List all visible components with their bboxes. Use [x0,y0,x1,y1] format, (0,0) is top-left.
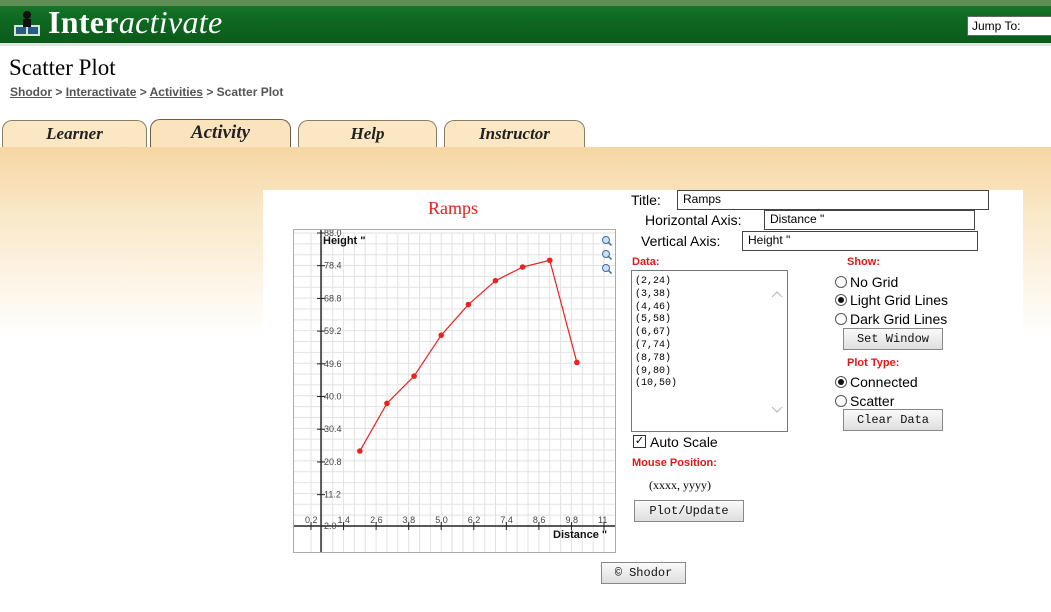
radio-circle-icon[interactable] [835,395,847,407]
logo-italic-text: activate [118,4,223,40]
scroll-up-icon[interactable] [771,291,783,298]
data-textarea[interactable]: (2,24) (3,38) (4,46) (5,58) (6,67) (7,74) (8,7… [631,270,788,432]
y-axis-title: Height " [323,235,366,247]
x-tick-label: 2.6 [370,515,383,525]
radio-label: Dark Grid Lines [850,311,948,327]
reader-logo-icon [14,11,40,36]
radio-circle-icon[interactable] [835,276,847,288]
data-lines: (2,24) (3,38) (4,46) (5,58) (6,67) (7,74) (8,7… [635,276,784,391]
horizontal-axis-label: Horizontal Axis: [645,212,742,228]
plot-update-button[interactable]: Plot/Update [634,500,744,522]
title-input[interactable]: Ramps [677,190,989,210]
vertical-axis-input[interactable]: Height " [742,231,978,251]
breadcrumb: Shodor > Interactivate > Activities > Sc… [10,85,283,99]
y-tick-label: 11.2 [324,490,341,500]
radio-label: Connected [850,374,918,390]
data-point [384,400,390,407]
radio-no-grid[interactable]: No Grid [835,274,898,290]
vertical-axis-label: Vertical Axis: [641,233,721,249]
horizontal-axis-input[interactable]: Distance " [764,210,975,230]
x-tick-label: 1.4 [338,515,351,525]
radio-circle-icon[interactable] [835,313,847,325]
data-point [574,359,580,366]
set-window-button[interactable]: Set Window [843,328,943,350]
tab-learner[interactable]: Learner [2,120,147,148]
y-tick-label: 30.4 [324,424,342,434]
x-tick-label: 7.4 [500,515,513,525]
title-label: Title: [631,192,661,208]
scroll-down-icon[interactable] [771,406,783,413]
data-point [519,264,526,270]
data-line: (8,78) [635,352,672,364]
site-header: Interactivate Jump To: [0,0,1051,46]
data-line: (10,50) [635,378,678,390]
y-tick-label: 59.2 [324,326,342,336]
y-tick-label: 20.8 [324,457,342,467]
tab-activity[interactable]: Activity [150,119,291,148]
data-line: (3,38) [635,288,672,300]
data-line: (9,80) [635,365,672,377]
plot-type-label: Plot Type: [847,357,900,369]
site-logo[interactable]: Interactivate [48,4,223,41]
data-line: (2,24) [635,276,672,287]
radio-label: Scatter [850,393,895,409]
show-label: Show: [847,256,880,268]
y-tick-label: 2.0 [324,521,337,531]
y-tick-label: 49.6 [324,359,342,369]
radio-label: Light Grid Lines [850,292,949,308]
data-line: (6,67) [635,327,672,339]
x-axis-title: Distance " [553,529,607,541]
data-scrollbar[interactable] [769,271,785,431]
breadcrumb-item: Scatter Plot [216,85,284,99]
data-label: Data: [632,256,660,268]
plot-area[interactable]: 2.0 11.2 20.8 30.4 40.0 49.6 59.2 68.8 78.4 88.0 0… [293,228,616,553]
clear-data-button[interactable]: Clear Data [843,409,943,431]
data-point [546,257,553,264]
breadcrumb-separator: > [202,85,217,99]
breadcrumb-separator: > [136,85,150,99]
radio-dark-grid[interactable]: Dark Grid Lines [835,311,947,327]
breadcrumb-separator: > [52,85,66,99]
jump-to-select[interactable]: Jump To: [967,16,1051,36]
radio-light-grid[interactable]: Light Grid Lines [835,292,948,308]
breadcrumb-item[interactable]: Activities [150,85,203,99]
mouse-position-value: (xxxx, yyyy) [649,478,711,492]
mouse-position-label: Mouse Position: [632,457,717,469]
radio-circle-icon[interactable] [835,376,847,388]
auto-scale-checkbox[interactable]: ✓ [633,435,646,448]
data-point [492,277,499,284]
radio-label: No Grid [850,274,899,290]
y-tick-label: 68.8 [324,293,342,303]
data-point [465,301,472,308]
data-point [357,448,363,454]
radio-circle-icon[interactable] [835,294,847,306]
data-point [411,373,417,379]
shodor-copyright-button[interactable]: © Shodor [601,562,686,584]
chart-title: Ramps [428,198,479,218]
page-title: Scatter Plot [9,55,116,80]
tab-instructor[interactable]: Instructor [444,120,585,148]
x-tick-label: 5.0 [435,515,448,525]
logo-main-text: Inter [48,4,119,40]
y-tick-label: 40.0 [324,392,342,402]
auto-scale-label: Auto Scale [650,434,718,450]
radio-scatter[interactable]: Scatter [835,393,894,409]
x-tick-label: 8.6 [533,515,546,525]
breadcrumb-item[interactable]: Shodor [10,85,52,99]
x-tick-label: 9.8 [565,515,578,525]
y-tick-label: 78.4 [324,261,342,271]
breadcrumb-item[interactable]: Interactivate [66,85,137,99]
data-line: (4,46) [635,301,672,313]
tab-help[interactable]: Help [298,120,437,148]
x-tick-label: 3.8 [403,515,416,525]
data-point [438,332,445,339]
data-line: (7,74) [635,339,672,351]
x-tick-label: 6.2 [468,515,481,525]
x-tick-label: 0.2 [305,515,318,525]
radio-connected[interactable]: Connected [835,374,918,390]
x-tick-label: 11 [598,515,607,525]
plot-svg: 2.011.220.830.440.049.659.268.878.488.00… [294,228,615,552]
data-line: (5,58) [635,314,672,326]
series-line [359,259,578,452]
